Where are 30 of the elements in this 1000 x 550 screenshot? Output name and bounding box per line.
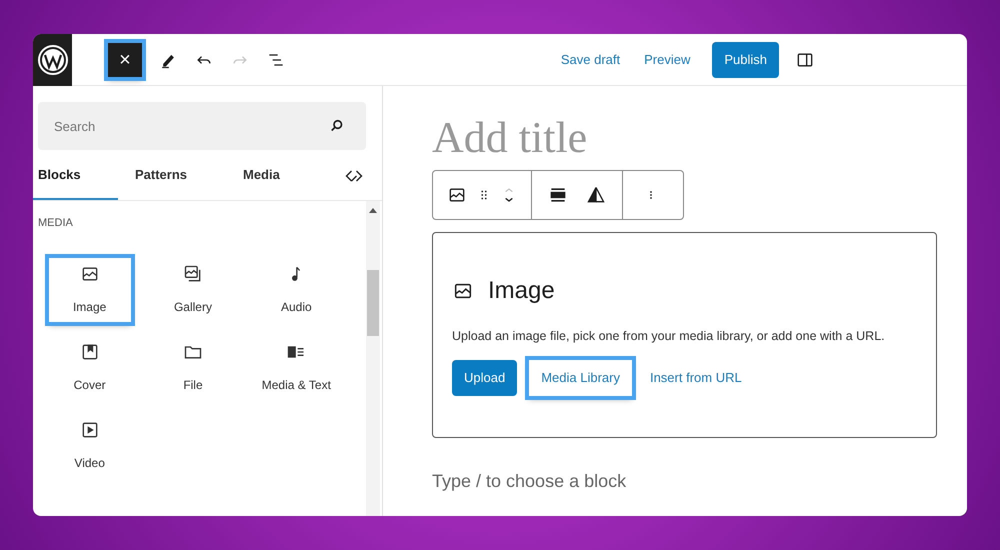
section-title: MEDIA xyxy=(38,216,73,231)
block-item[interactable]: Gallery xyxy=(152,258,234,322)
header-link[interactable]: Preview xyxy=(634,42,700,78)
block-item[interactable]: Video xyxy=(48,414,131,478)
link-button[interactable]: Media Library xyxy=(529,360,632,396)
triangle-icon xyxy=(586,185,606,205)
block-item[interactable]: Cover xyxy=(48,336,131,400)
wordpress-logo[interactable] xyxy=(33,34,72,86)
block-item[interactable]: Image xyxy=(48,258,131,322)
close-button[interactable]: × xyxy=(108,42,142,76)
publish-button[interactable]: Publish xyxy=(712,42,779,78)
block-title: Image xyxy=(488,276,555,306)
scrollbar[interactable] xyxy=(366,201,380,516)
bookmark-frame-icon xyxy=(80,342,100,362)
play-frame-icon xyxy=(80,420,100,440)
scroll-up-icon[interactable] xyxy=(369,207,377,213)
header-link[interactable]: Save draft xyxy=(550,42,630,78)
block-item[interactable]: Media & Text xyxy=(255,336,338,400)
upload-button[interactable]: Upload xyxy=(452,360,518,396)
block-item[interactable]: Audio xyxy=(255,258,338,322)
gallery-icon xyxy=(182,264,203,284)
scrollbar-thumb[interactable] xyxy=(367,270,379,336)
block-placeholder[interactable]: Type / to choose a block xyxy=(432,468,626,495)
sidebar-tab[interactable]: Media xyxy=(226,151,334,200)
sidebar-tab[interactable]: Patterns xyxy=(118,151,226,200)
block-description: Upload an image file, pick one from your media library, or add one with a URL. xyxy=(452,328,885,345)
search-field[interactable]: Search xyxy=(38,102,366,150)
block-item[interactable]: File xyxy=(152,336,234,400)
link-button[interactable]: Insert from URL xyxy=(638,360,754,396)
sidebar-tab[interactable]: Blocks xyxy=(33,151,118,200)
